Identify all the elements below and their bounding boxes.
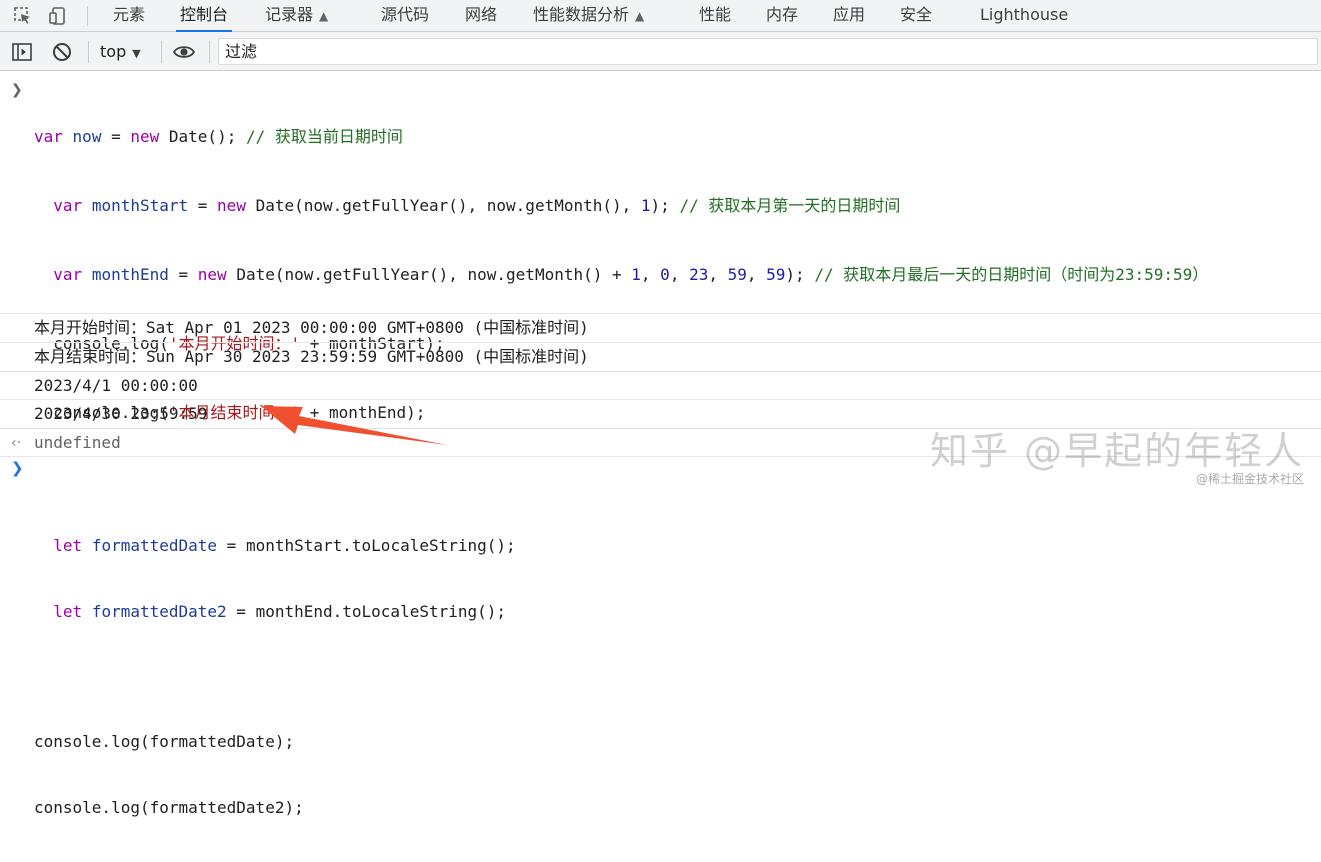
annotation-arrow bbox=[261, 406, 447, 445]
tab-memory[interactable]: 内存 bbox=[766, 0, 798, 31]
tab-performance[interactable]: 性能 bbox=[699, 0, 731, 31]
code-line: console.log(formattedDate2); bbox=[34, 798, 304, 817]
experiment-flask-icon: ▲ bbox=[319, 9, 329, 23]
tab-network[interactable]: 网络 bbox=[465, 0, 497, 31]
experiment-flask-icon: ▲ bbox=[635, 9, 645, 23]
inspect-element-icon[interactable] bbox=[13, 6, 33, 26]
watermark-source: @稀土掘金技术社区 bbox=[1196, 472, 1305, 486]
tab-security[interactable]: 安全 bbox=[900, 0, 932, 31]
execution-context-select[interactable]: top ▼ bbox=[100, 40, 141, 64]
code-line: let formattedDate2 = monthEnd.toLocaleSt… bbox=[53, 602, 507, 621]
tab-sources[interactable]: 源代码 bbox=[381, 0, 429, 31]
tab-console[interactable]: 控制台 bbox=[175, 0, 233, 32]
toolbar-divider bbox=[88, 41, 89, 63]
live-expression-eye-icon[interactable] bbox=[172, 41, 196, 63]
code-line: var monthStart = new Date(now.getFullYea… bbox=[53, 196, 901, 215]
console-log-message: 2023/4/1 00:00:00 bbox=[0, 371, 1321, 400]
code-line: let formattedDate = monthStart.toLocaleS… bbox=[53, 536, 516, 555]
code-line: console.log(formattedDate); bbox=[34, 732, 295, 751]
device-toolbar-icon[interactable] bbox=[49, 6, 69, 26]
tab-recorder[interactable]: 记录器 ▲ bbox=[265, 0, 328, 31]
prompt-chevron-icon: ❯ bbox=[11, 459, 24, 477]
tab-elements[interactable]: 元素 bbox=[113, 0, 145, 31]
tab-application[interactable]: 应用 bbox=[833, 0, 865, 31]
toolbar-divider bbox=[209, 41, 210, 63]
toolbar-divider bbox=[161, 41, 162, 63]
devtools-tab-bar: 元素 控制台 记录器 ▲ 源代码 网络 性能数据分析 ▲ 性能 内存 应用 安全 L… bbox=[0, 0, 1321, 32]
tab-lighthouse[interactable]: Lighthouse bbox=[980, 0, 1068, 31]
code-line: var monthEnd = new Date(now.getFullYear(… bbox=[53, 265, 1209, 284]
watermark: 知乎 @早起的年轻人 bbox=[930, 429, 1305, 473]
tab-performance-insights[interactable]: 性能数据分析 ▲ bbox=[533, 0, 644, 31]
input-prompt-chevron-icon: ❯ bbox=[11, 82, 23, 98]
tab-bar-divider bbox=[87, 6, 88, 26]
console-log-message: 本月开始时间：Sat Apr 01 2023 00:00:00 GMT+0800… bbox=[0, 313, 1321, 342]
return-arrow-icon: ‹· bbox=[11, 435, 22, 451]
clear-console-icon[interactable] bbox=[51, 41, 73, 63]
sidebar-toggle-icon[interactable] bbox=[11, 41, 33, 63]
code-line: var now = new Date(); // 获取当前日期时间 bbox=[34, 127, 403, 146]
chevron-down-icon: ▼ bbox=[132, 47, 141, 60]
filter-input[interactable]: 过滤 bbox=[218, 38, 1318, 65]
console-toolbar: top ▼ 过滤 bbox=[0, 32, 1321, 71]
console-log-message: 本月结束时间：Sun Apr 30 2023 23:59:59 GMT+0800… bbox=[0, 342, 1321, 371]
